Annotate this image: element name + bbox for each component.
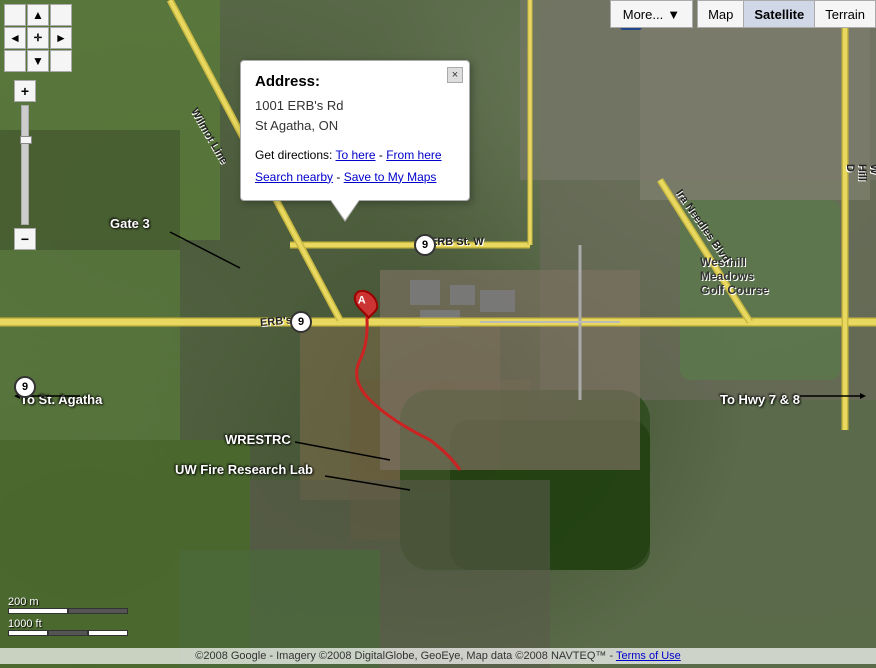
zoom-out-button[interactable]: −: [14, 228, 36, 250]
scale-ruler-imperial: [8, 630, 128, 636]
pan-right-button[interactable]: ►: [50, 27, 72, 49]
more-arrow-icon: ▼: [667, 7, 680, 22]
hwy9-badge-2: 9: [14, 376, 36, 398]
terms-of-use-link[interactable]: Terms of Use: [616, 650, 681, 662]
attribution: ©2008 Google - Imagery ©2008 DigitalGlob…: [0, 648, 876, 664]
pan-center-button[interactable]: ✛: [27, 27, 49, 49]
popup-close-button[interactable]: ×: [447, 67, 463, 83]
map-marker-a[interactable]: [356, 288, 376, 316]
popup-address-line2: St Agatha, ON: [255, 118, 338, 133]
toolbar: More... ▼ Map Satellite Terrain: [610, 0, 876, 28]
scale-imperial: 1000 ft: [8, 618, 128, 630]
get-directions-label: Get directions: [255, 148, 329, 162]
map-type-map-button[interactable]: Map: [698, 1, 744, 27]
map-type-group: Map Satellite Terrain: [697, 0, 876, 28]
popup-links: Get directions: To here - From here Sear…: [255, 145, 455, 188]
popup-address-line1: 1001 ERB's Rd: [255, 98, 343, 113]
search-nearby-link[interactable]: Search nearby: [255, 170, 333, 184]
zoom-slider: + −: [14, 80, 36, 250]
zoom-track[interactable]: [21, 105, 29, 225]
zoom-in-button[interactable]: +: [14, 80, 36, 102]
map-type-terrain-button[interactable]: Terrain: [815, 1, 875, 27]
to-here-link[interactable]: To here: [336, 148, 376, 162]
map-container: 9 9 9 16 ▲ ◄ ✛ ► ▼ + − × Address:: [0, 0, 876, 668]
nav-controls: ▲ ◄ ✛ ► ▼: [4, 4, 72, 72]
popup-address: 1001 ERB's Rd St Agatha, ON: [255, 96, 455, 135]
hwy9-badge-1: 9: [290, 311, 312, 333]
popup-title: Address:: [255, 73, 455, 90]
scale-ruler-metric: [8, 608, 128, 614]
from-here-link[interactable]: From here: [386, 148, 441, 162]
zoom-thumb[interactable]: [20, 136, 32, 144]
hwy9-badge-3: 9: [414, 234, 436, 256]
scale-bar: 200 m 1000 ft: [8, 596, 128, 636]
pan-up-button[interactable]: ▲: [27, 4, 49, 26]
save-to-maps-link[interactable]: Save to My Maps: [344, 170, 437, 184]
pan-left-button[interactable]: ◄: [4, 27, 26, 49]
scale-metric: 200 m: [8, 596, 128, 608]
attribution-text: ©2008 Google - Imagery ©2008 DigitalGlob…: [195, 650, 616, 662]
more-button[interactable]: More... ▼: [610, 0, 693, 28]
pan-down-button[interactable]: ▼: [27, 50, 49, 72]
more-label: More...: [623, 7, 663, 22]
pan-controls: ▲ ◄ ✛ ► ▼: [4, 4, 72, 72]
map-type-satellite-button[interactable]: Satellite: [744, 1, 815, 27]
info-popup: × Address: 1001 ERB's Rd St Agatha, ON G…: [240, 60, 470, 201]
